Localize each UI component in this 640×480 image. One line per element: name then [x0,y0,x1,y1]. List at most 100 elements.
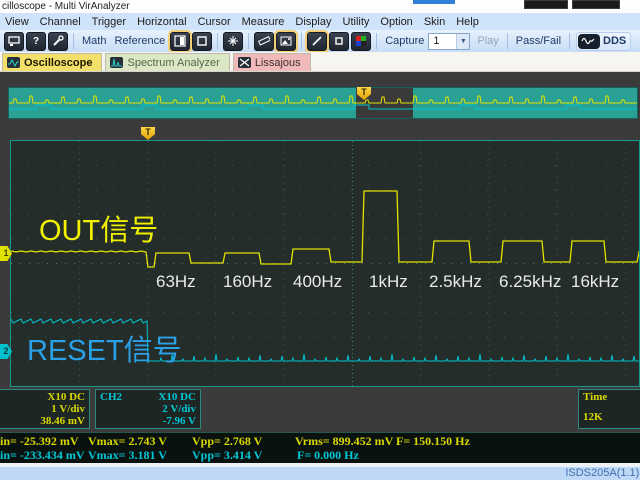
ch2-measurements: in= -233.434 mV Vmax= 3.181 V Vpp= 3.414… [0,448,640,462]
record-overview-strip[interactable] [8,87,638,119]
oscilloscope-icon [7,57,20,68]
ch1-frequency: F= 150.150 Hz [396,434,470,449]
dds-label: DDS [603,35,626,47]
play-button[interactable]: Play [477,35,498,47]
timebase-panel[interactable]: Time 12K [578,389,640,429]
screenshot-button[interactable] [4,32,24,51]
freq-label-400hz: 400Hz [293,272,342,292]
waveform-icon [578,34,600,49]
trigger-position-marker[interactable]: T [141,127,155,140]
palette-icon [355,35,367,47]
sample-depth: 12K [583,411,640,423]
math-button[interactable]: Math [82,35,106,47]
capture-label: Capture [385,35,424,47]
spectrum-icon [110,57,123,68]
menu-measure[interactable]: Measure [242,16,285,28]
line-draw-button[interactable] [307,32,327,51]
chevron-down-icon[interactable]: ▼ [456,34,469,49]
menu-cursor[interactable]: Cursor [198,16,231,28]
ch1-measurements: in= -25.392 mV Vmax= 2.743 V Vpp= 2.768 … [0,434,640,448]
frame-icon [196,35,208,47]
freq-label-16khz: 16kHz [571,272,619,292]
menu-channel[interactable]: Channel [40,16,81,28]
tab-oscilloscope[interactable]: Oscilloscope [2,53,102,71]
window-title: cilloscope - Multi VirAnalyzer [2,1,130,12]
menu-option[interactable]: Option [380,16,412,28]
menu-utility[interactable]: Utility [343,16,370,28]
ch2-vpp: Vpp= 3.414 V [192,448,262,463]
stop-square-icon [333,35,345,47]
ch2-scale: 2 V/div [100,403,196,415]
reset-signal-annotation: RESET信号 [27,327,182,369]
save-image-button[interactable] [276,32,296,51]
crosshair-button[interactable] [223,32,243,51]
view-tab-bar: Oscilloscope Spectrum Analyzer Lissajous [0,52,640,72]
ch1-info-panel[interactable]: 1 X10 DC 1 V/div 38.46 mV [0,389,90,429]
background-window-fragment [413,0,455,4]
tools-button[interactable] [48,32,68,51]
toolbar-separator [301,33,302,49]
diagonal-line-icon [311,35,323,47]
ch1-scale: 1 V/div [0,403,85,415]
lissajous-icon [238,57,251,68]
waveform-display[interactable]: OUT信号 RESET信号 63Hz 160Hz 400Hz 1kHz 2.5k… [10,140,640,387]
ch1-vmax: Vmax= 2.743 V [88,434,167,449]
monitor-icon [8,35,20,47]
toolbar-separator [217,33,218,49]
pass-fail-button[interactable]: Pass/Fail [516,35,561,47]
capture-count-select[interactable]: 1 ▼ [428,33,470,50]
tab-label: Lissajous [255,57,301,69]
crosshair-icon [227,35,239,47]
device-model-status: ISDS205A(1.1)( [565,467,640,479]
ch1-vmin: in= -25.392 mV [0,434,79,449]
toolbar-separator [569,33,570,49]
out-signal-annotation: OUT信号 [39,207,158,249]
ch2-vmax: Vmax= 3.181 V [88,448,167,463]
ch1-vpp: Vpp= 2.768 V [192,434,262,449]
ch2-frequency: F= 0.000 Hz [297,448,359,463]
overview-waveform [9,88,637,118]
background-window-fragment [572,0,620,9]
menu-help[interactable]: Help [456,16,479,28]
help-button[interactable]: ? [26,32,46,51]
measure-tool-button[interactable] [254,32,274,51]
ch2-probe: X10 DC [158,391,196,403]
tab-label: Oscilloscope [24,57,92,69]
freq-label-160hz: 160Hz [223,272,272,292]
measurement-readout: in= -25.392 mV Vmax= 2.743 V Vpp= 2.768 … [0,432,640,464]
timebase-label: Time [583,391,640,403]
menu-display[interactable]: Display [295,16,331,28]
menu-horizontal[interactable]: Horizontal [137,16,187,28]
freq-label-2.5khz: 2.5kHz [429,272,482,292]
toolbar: ? Math Reference [0,30,640,52]
question-icon: ? [33,36,39,47]
menu-skin[interactable]: Skin [424,16,445,28]
ch1-probe: X10 DC [47,391,85,403]
ch2-info-panel[interactable]: CH2 X10 DC 2 V/div -7.96 V [95,389,201,429]
tab-label: Spectrum Analyzer [127,57,219,69]
menu-trigger[interactable]: Trigger [92,16,126,28]
image-icon [280,35,292,47]
status-bar: ISDS205A(1.1)( [0,467,640,480]
toolbar-separator [507,33,508,49]
reference-button[interactable]: Reference [114,35,165,47]
dds-button[interactable]: DDS [576,32,631,51]
color-palette-button[interactable] [351,32,371,51]
ch2-label: CH2 [100,391,122,403]
tab-spectrum-analyzer[interactable]: Spectrum Analyzer [105,53,229,71]
app-window: cilloscope - Multi VirAnalyzer View Chan… [0,0,640,480]
menu-bar: View Channel Trigger Horizontal Cursor M… [0,13,640,30]
tab-lissajous[interactable]: Lissajous [233,53,311,71]
toolbar-separator [73,33,74,49]
freq-label-63hz: 63Hz [156,272,196,292]
title-bar: cilloscope - Multi VirAnalyzer [0,0,640,13]
wrench-icon [52,35,64,47]
stop-button[interactable] [329,32,349,51]
ch1-vrms: Vrms= 899.452 mV [295,434,393,449]
capture-count-value: 1 [429,35,456,47]
fullscreen-button[interactable] [192,32,212,51]
menu-view[interactable]: View [5,16,29,28]
toolbar-separator [376,33,377,49]
panel-toggle-button[interactable] [170,32,190,51]
background-window-fragment [524,0,568,9]
